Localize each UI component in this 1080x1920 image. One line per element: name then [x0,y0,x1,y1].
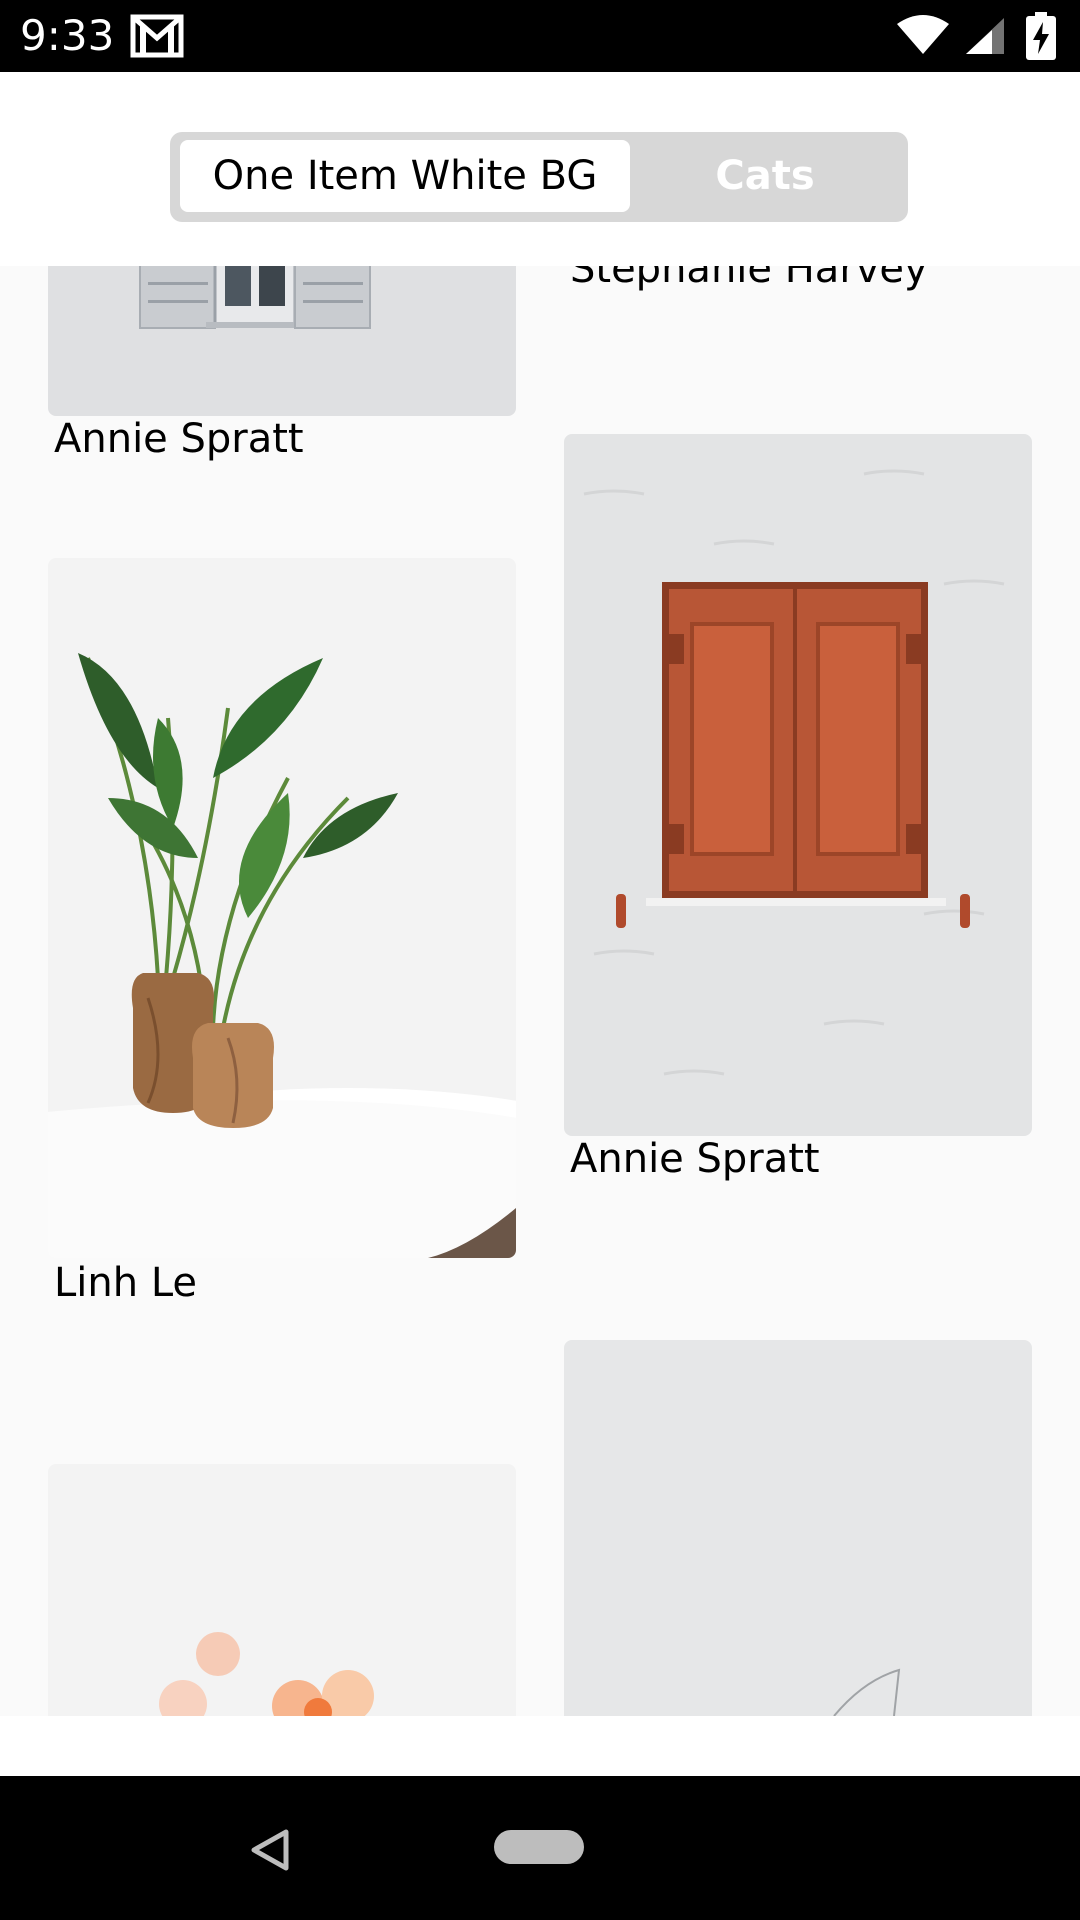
battery-charging-icon [1026,12,1056,60]
card-image-plant[interactable] [48,558,516,1258]
wifi-icon [897,15,949,54]
card-image-window-red[interactable] [564,434,1032,1136]
segment-cats[interactable]: Cats [630,140,900,212]
card-image-window-grey[interactable] [48,266,516,416]
cell-signal-icon [966,18,1004,54]
card-image-pink-flowers[interactable] [48,1464,516,1716]
gmail-icon [130,14,184,58]
card-image-white-minimal[interactable] [564,1340,1032,1716]
image-feed[interactable]: Stephanie Harvey Annie Spratt Annie Spra… [0,266,1080,1716]
status-bar: 9:33 [0,0,1080,72]
card-caption: Annie Spratt [54,416,304,462]
bottom-spacer [0,1716,1080,1776]
back-icon[interactable] [248,1828,292,1872]
card-caption: Stephanie Harvey [570,266,928,292]
segment-one-item-white-bg[interactable]: One Item White BG [180,140,630,212]
card-caption: Annie Spratt [570,1136,820,1182]
app-header: One Item White BG Cats [0,72,1080,266]
segmented-control: One Item White BG Cats [170,132,908,222]
navigation-bar [0,1776,1080,1920]
card-caption: Linh Le [54,1260,198,1306]
home-pill[interactable] [494,1830,584,1864]
status-time: 9:33 [20,11,115,60]
